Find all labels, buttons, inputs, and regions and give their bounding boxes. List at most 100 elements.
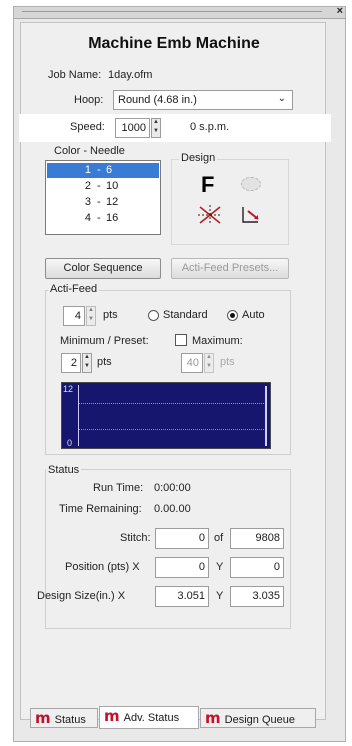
close-icon[interactable]: ×	[337, 5, 343, 17]
speed-label: Speed:	[70, 121, 105, 133]
maximum-checkbox[interactable]	[175, 334, 187, 346]
font-f-icon[interactable]: F	[201, 172, 214, 198]
m-logo-icon: m	[205, 709, 221, 727]
maximum-unit: pts	[220, 356, 235, 368]
graph-max-label: 12	[63, 384, 74, 394]
graph-position-marker	[265, 386, 267, 446]
minimum-preset-label: Minimum / Preset:	[60, 335, 149, 347]
position-y-label: Y	[216, 561, 224, 573]
dash-separator: -	[97, 180, 101, 192]
standard-radio-label[interactable]: Standard	[163, 309, 208, 321]
color-number: 4	[84, 212, 91, 224]
stitch-value: 0	[155, 528, 209, 549]
maximum-stepper[interactable]: ▲ ▼	[204, 353, 214, 373]
needle-number: 16	[106, 212, 119, 224]
dash-separator: -	[97, 196, 101, 208]
design-size-label: Design Size(in.) X	[37, 590, 126, 602]
graph-min-label: 0	[67, 438, 73, 448]
panel-titlebar[interactable]: ×	[14, 5, 345, 19]
hoop-select[interactable]: Round (4.68 in.) ⌄	[113, 90, 293, 110]
color-number: 1	[84, 164, 91, 176]
list-item[interactable]: 4-16	[47, 211, 159, 226]
speed-unit: 0 s.p.m.	[190, 121, 230, 133]
auto-radio[interactable]	[227, 310, 238, 321]
color-number: 2	[84, 180, 91, 192]
machine-title: Machine Emb Machine	[88, 35, 260, 52]
speed-input[interactable]: 1000	[115, 118, 150, 138]
run-time-label: Run Time:	[93, 482, 144, 494]
color-needle-label: Color - Needle	[54, 145, 125, 157]
actifeed-pts-unit: pts	[103, 309, 118, 321]
list-item[interactable]: 2-10	[47, 179, 159, 194]
spin-down-icon[interactable]: ▼	[152, 128, 160, 137]
spin-up-icon[interactable]: ▲	[152, 119, 160, 128]
color-number: 3	[84, 196, 91, 208]
spin-up-icon[interactable]: ▲	[205, 354, 213, 363]
position-x: 0	[155, 557, 209, 578]
graph-lower-line	[79, 429, 266, 430]
tab-design-queue-label: Design Queue	[224, 714, 295, 726]
hoop-outline-icon[interactable]	[241, 177, 261, 191]
time-remaining-label: Time Remaining:	[59, 503, 142, 515]
design-group	[171, 159, 289, 245]
position-label: Position (pts) X	[65, 561, 140, 573]
machine-content: Machine Emb Machine Job Name: 1day.ofm H…	[19, 22, 331, 720]
tab-status[interactable]: m Status	[30, 708, 98, 728]
tab-design-queue[interactable]: m Design Queue	[200, 708, 316, 728]
tab-adv-status-label: Adv. Status	[123, 712, 180, 724]
run-time-value: 0:00:00	[154, 482, 191, 494]
needle-number: 12	[106, 196, 119, 208]
m-logo-icon: m	[35, 709, 51, 727]
status-label: Status	[46, 464, 82, 476]
dash-separator: -	[97, 212, 101, 224]
actifeed-pts-stepper[interactable]: ▲ ▼	[86, 306, 96, 326]
time-remaining-value: 0.00.00	[154, 503, 191, 515]
tab-status-label: Status	[54, 714, 86, 726]
actifeed-graph: 12 0	[61, 382, 271, 449]
actifeed-label: Acti-Feed	[48, 283, 100, 295]
speed-stepper[interactable]: ▲ ▼	[151, 118, 161, 138]
stitch-of-label: of	[214, 532, 224, 544]
needle-number: 10	[106, 180, 119, 192]
minimum-unit: pts	[97, 356, 112, 368]
maximum-input[interactable]: 40	[181, 353, 203, 373]
position-y: 0	[230, 557, 284, 578]
hoop-value: Round (4.68 in.)	[118, 94, 197, 106]
job-name-label: Job Name:	[48, 69, 102, 81]
graph-y-axis	[78, 385, 79, 446]
list-item[interactable]: 3-12	[47, 195, 159, 210]
minimum-input[interactable]: 2	[61, 353, 81, 373]
maximum-label: Maximum:	[192, 335, 243, 347]
actifeed-presets-button[interactable]: Acti-Feed Presets...	[171, 258, 289, 279]
stitch-label: Stitch:	[120, 532, 151, 544]
color-sequence-button[interactable]: Color Sequence	[45, 258, 161, 279]
auto-radio-label[interactable]: Auto	[242, 309, 265, 321]
spin-down-icon[interactable]: ▼	[205, 363, 213, 372]
dash-separator: -	[97, 164, 101, 176]
spin-down-icon[interactable]: ▼	[83, 363, 91, 372]
spin-up-icon[interactable]: ▲	[83, 354, 91, 363]
hoop-label: Hoop:	[74, 94, 104, 106]
design-size-y: 3.035	[230, 586, 284, 607]
trace-cross-icon[interactable]	[197, 204, 223, 226]
drag-grip[interactable]	[22, 11, 322, 13]
job-name-value: 1day.ofm	[108, 69, 153, 81]
speed-row	[19, 114, 331, 142]
needle-number: 6	[106, 164, 113, 176]
m-logo-icon: m	[104, 707, 120, 725]
actifeed-pts-input[interactable]: 4	[63, 306, 85, 326]
design-size-y-label: Y	[216, 590, 224, 602]
standard-radio[interactable]	[148, 310, 159, 321]
color-needle-list[interactable]: 1-6 2-10 3-12 4-16	[45, 160, 161, 235]
stitch-total: 9808	[230, 528, 284, 549]
spin-down-icon[interactable]: ▼	[87, 316, 95, 325]
graph-upper-line	[79, 403, 266, 404]
move-to-start-icon[interactable]	[240, 205, 264, 225]
design-size-x: 3.051	[155, 586, 209, 607]
spin-up-icon[interactable]: ▲	[87, 307, 95, 316]
minimum-stepper[interactable]: ▲ ▼	[82, 353, 92, 373]
tab-adv-status[interactable]: m Adv. Status	[99, 706, 199, 729]
list-item[interactable]: 1-6	[47, 163, 159, 178]
design-label: Design	[179, 152, 218, 164]
chevron-down-icon: ⌄	[277, 93, 286, 104]
